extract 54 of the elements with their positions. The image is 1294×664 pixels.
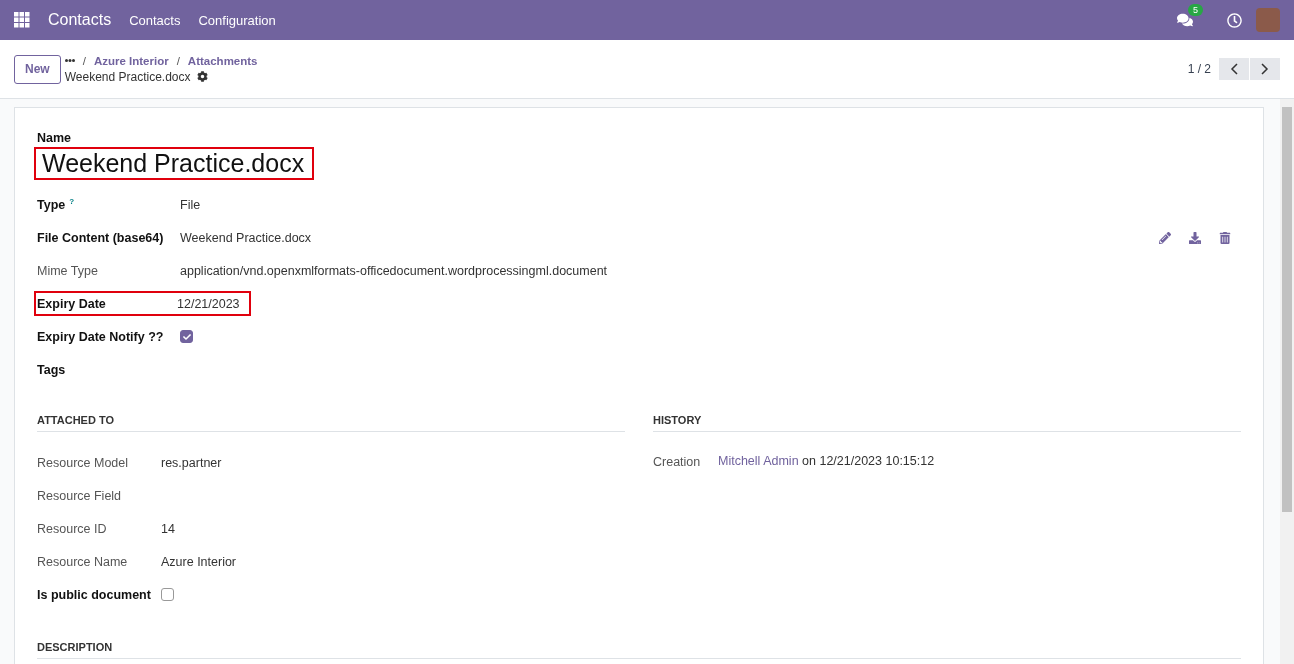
field-label: File Content (base64) bbox=[37, 231, 164, 245]
field-label: Is public document bbox=[37, 588, 151, 602]
download-icon[interactable] bbox=[1189, 231, 1201, 244]
field-value: application/vnd.openxmlformats-officedocument.wordprocessingml.document bbox=[180, 263, 608, 278]
field-label: Resource Model bbox=[37, 456, 128, 470]
section-heading: HISTORY bbox=[653, 414, 1241, 432]
section-heading: DESCRIPTION bbox=[37, 641, 1241, 659]
clock-icon[interactable] bbox=[1227, 12, 1242, 28]
field-label: Resource ID bbox=[37, 522, 107, 536]
breadcrumb-separator: / bbox=[176, 54, 180, 67]
field-label: Type $^{?}$ bbox=[37, 198, 75, 213]
settings-icon[interactable] bbox=[196, 71, 208, 82]
chevron-left-icon bbox=[1230, 62, 1238, 75]
user-link[interactable]: Mitchell Admin bbox=[718, 454, 799, 469]
delete-icon[interactable] bbox=[1219, 231, 1231, 244]
breadcrumb-separator: / bbox=[82, 54, 86, 67]
help-tooltip-mark[interactable]: ? bbox=[69, 196, 75, 206]
field-value: 14 bbox=[161, 521, 175, 536]
notification-badge: 5 bbox=[1188, 4, 1203, 16]
field-label: Name bbox=[37, 131, 72, 145]
chat-icon[interactable] bbox=[1177, 12, 1193, 28]
checkbox[interactable] bbox=[161, 588, 174, 601]
edit-icon[interactable] bbox=[1159, 231, 1171, 244]
menu-item[interactable]: Contacts bbox=[129, 12, 181, 28]
field-label: Expiry Date Notify ?? bbox=[37, 330, 164, 344]
field-value: Azure Interior bbox=[161, 554, 237, 569]
field-label: Creation bbox=[653, 454, 701, 469]
field-label: Resource Field bbox=[37, 489, 122, 503]
field-label: Resource Name bbox=[37, 555, 128, 569]
app-name[interactable]: Contacts bbox=[48, 11, 112, 29]
checkmark-icon bbox=[182, 332, 191, 341]
next-button[interactable] bbox=[1250, 58, 1280, 80]
new-button[interactable]: New bbox=[14, 54, 61, 84]
previous-button[interactable] bbox=[1219, 58, 1249, 80]
pager-counter[interactable]: 1 / 2 bbox=[1187, 62, 1211, 76]
field-label: Mime Type bbox=[37, 264, 98, 278]
breadcrumb-link[interactable]: Azure Interior bbox=[93, 54, 169, 67]
field-value: 12/21/2023 bbox=[177, 296, 240, 311]
checkbox[interactable] bbox=[180, 330, 193, 343]
field-value: Weekend Practice.docx bbox=[180, 230, 312, 245]
chevron-right-icon bbox=[1261, 62, 1269, 75]
field-label: Expiry Date bbox=[37, 297, 106, 311]
ellipsis-icon[interactable] bbox=[64, 59, 75, 62]
record-name-field[interactable]: Weekend Practice.docx bbox=[34, 147, 315, 180]
menu-item[interactable]: Configuration bbox=[198, 12, 276, 28]
field-value: File bbox=[180, 197, 201, 212]
scrollbar-thumb[interactable] bbox=[1282, 107, 1292, 512]
breadcrumb-link[interactable]: Attachments bbox=[187, 54, 258, 67]
section-heading: ATTACHED TO bbox=[37, 414, 625, 432]
field-value: res.partner bbox=[161, 455, 222, 470]
field-value: Mitchell Admin on 12/21/2023 10:15:12 bbox=[718, 454, 935, 469]
field-label: Tags bbox=[37, 363, 66, 377]
apps-grid-icon[interactable] bbox=[14, 12, 30, 28]
record-title: Weekend Practice.docx bbox=[64, 69, 191, 84]
